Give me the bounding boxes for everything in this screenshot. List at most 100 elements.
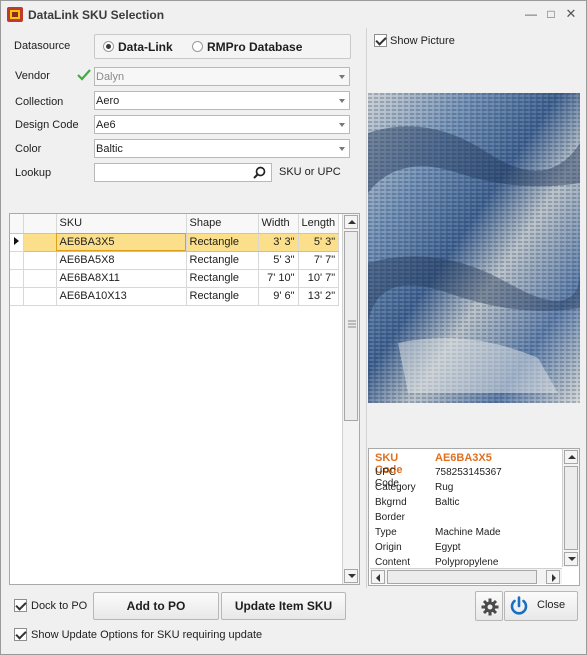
update-item-sku-button[interactable]: Update Item SKU: [221, 592, 346, 620]
table-row[interactable]: AE6BA10X13 Rectangle 9' 6" 13' 2": [10, 287, 340, 306]
property-value: Machine Made: [435, 527, 501, 538]
design-code-value: Ae6: [96, 119, 116, 131]
close-button[interactable]: Close: [504, 591, 578, 621]
column-header-length[interactable]: Length: [298, 214, 340, 234]
scroll-thumb[interactable]: [387, 570, 537, 584]
row-indicator: [10, 287, 24, 306]
scroll-up-button[interactable]: [564, 450, 578, 464]
select-cell[interactable]: [23, 287, 57, 306]
property-key: Bkgrnd: [375, 497, 407, 508]
color-combo[interactable]: Baltic: [94, 139, 350, 158]
row-indicator: [10, 251, 24, 270]
sku-cell[interactable]: AE6BA3X5: [56, 233, 187, 252]
property-key: Content: [375, 557, 411, 568]
shape-cell[interactable]: Rectangle: [186, 287, 259, 306]
width-cell[interactable]: 3' 3": [258, 233, 299, 252]
width-cell[interactable]: 7' 10": [258, 269, 299, 288]
length-cell[interactable]: 13' 2": [298, 287, 340, 306]
datasource-radio-group: Data-Link RMPro Database: [94, 34, 351, 59]
dropdown-arrow-icon[interactable]: [339, 99, 345, 103]
length-cell[interactable]: 7' 7": [298, 251, 340, 270]
add-to-po-button[interactable]: Add to PO: [93, 592, 219, 620]
show-picture-checkbox[interactable]: [374, 34, 387, 47]
table-row[interactable]: AE6BA5X8 Rectangle 5' 3" 7' 7": [10, 251, 340, 270]
search-icon[interactable]: [253, 166, 266, 179]
property-value: 758253145367: [435, 467, 502, 478]
close-window-icon[interactable]: ✕: [563, 6, 579, 22]
table-header-row: SKU Shape Width Length: [10, 214, 340, 234]
sku-cell[interactable]: AE6BA10X13: [56, 287, 187, 306]
row-pointer-icon: [14, 236, 19, 245]
radio-data-link-label[interactable]: Data-Link: [118, 40, 173, 54]
select-cell[interactable]: [23, 233, 57, 252]
property-key: Border: [375, 512, 406, 523]
select-cell[interactable]: [23, 269, 57, 288]
row-indicator-header: [10, 214, 24, 234]
property-key: Type: [375, 527, 397, 538]
sku-table: SKU Shape Width Length AE6BA3X5 Rectangl…: [10, 214, 340, 306]
datalink-sku-selection-window: DataLink SKU Selection — □ ✕ Datasource …: [0, 0, 587, 655]
radio-data-link[interactable]: [103, 41, 114, 52]
settings-button[interactable]: [475, 591, 503, 621]
minimize-icon[interactable]: —: [523, 6, 539, 22]
sku-cell[interactable]: AE6BA8X11: [56, 269, 187, 288]
table-row[interactable]: AE6BA8X11 Rectangle 7' 10" 10' 7": [10, 269, 340, 288]
collection-combo[interactable]: Aero: [94, 91, 350, 110]
scroll-up-button[interactable]: [344, 215, 358, 229]
panel-divider: [366, 28, 367, 588]
select-column-header: [23, 214, 57, 234]
show-picture-label[interactable]: Show Picture: [390, 35, 455, 47]
show-update-options-checkbox[interactable]: [14, 628, 27, 641]
width-cell[interactable]: 9' 6": [258, 287, 299, 306]
app-icon: [7, 7, 23, 22]
arrow-down-icon: [348, 574, 356, 578]
select-cell[interactable]: [23, 251, 57, 270]
length-cell[interactable]: 10' 7": [298, 269, 340, 288]
scroll-down-button[interactable]: [344, 569, 358, 583]
dock-to-po-label[interactable]: Dock to PO: [31, 600, 87, 612]
column-header-width[interactable]: Width: [258, 214, 299, 234]
color-value: Baltic: [96, 143, 123, 155]
scroll-down-button[interactable]: [564, 552, 578, 566]
sku-grid[interactable]: SKU Shape Width Length AE6BA3X5 Rectangl…: [9, 213, 360, 585]
column-header-shape[interactable]: Shape: [186, 214, 259, 234]
dropdown-arrow-icon[interactable]: [339, 75, 345, 79]
grid-vertical-scrollbar[interactable]: [342, 214, 359, 584]
vendor-combo[interactable]: Dalyn: [94, 67, 350, 86]
shape-cell[interactable]: Rectangle: [186, 269, 259, 288]
property-value: Rug: [435, 482, 454, 493]
design-code-combo[interactable]: Ae6: [94, 115, 350, 134]
sku-cell[interactable]: AE6BA5X8: [56, 251, 187, 270]
scroll-thumb[interactable]: [564, 466, 578, 550]
scroll-right-button[interactable]: [546, 570, 560, 584]
collection-label: Collection: [15, 96, 64, 108]
dock-to-po-checkbox[interactable]: [14, 599, 27, 612]
dropdown-arrow-icon[interactable]: [339, 147, 345, 151]
vendor-value: Dalyn: [96, 71, 125, 83]
table-row[interactable]: AE6BA3X5 Rectangle 3' 3" 5' 3": [10, 233, 340, 252]
shape-cell[interactable]: Rectangle: [186, 251, 259, 270]
collection-value: Aero: [96, 95, 120, 107]
column-header-sku[interactable]: SKU: [56, 214, 187, 234]
sku-properties-panel[interactable]: SKU Code AE6BA3X5 UPC Code 758253145367 C…: [368, 448, 580, 586]
length-cell[interactable]: 5' 3": [298, 233, 340, 252]
lookup-input[interactable]: [94, 163, 272, 182]
width-cell[interactable]: 5' 3": [258, 251, 299, 270]
power-icon: [510, 596, 528, 615]
properties-vertical-scrollbar[interactable]: [562, 449, 579, 567]
row-indicator: [10, 269, 24, 288]
radio-rmpro-database[interactable]: [192, 41, 203, 52]
scroll-thumb[interactable]: [344, 231, 358, 421]
shape-cell[interactable]: Rectangle: [186, 233, 259, 252]
radio-rmpro-database-label[interactable]: RMPro Database: [207, 40, 302, 54]
title-bar[interactable]: DataLink SKU Selection — □ ✕: [1, 1, 586, 28]
window-title: DataLink SKU Selection: [28, 8, 165, 22]
show-update-options-label[interactable]: Show Update Options for SKU requiring up…: [31, 629, 262, 641]
dropdown-arrow-icon[interactable]: [339, 123, 345, 127]
maximize-icon[interactable]: □: [543, 6, 559, 22]
scroll-left-button[interactable]: [371, 570, 385, 584]
properties-horizontal-scrollbar[interactable]: [370, 568, 562, 584]
arrow-down-icon: [568, 557, 576, 561]
checkmark-icon: [77, 69, 91, 81]
design-code-label: Design Code: [15, 119, 79, 131]
